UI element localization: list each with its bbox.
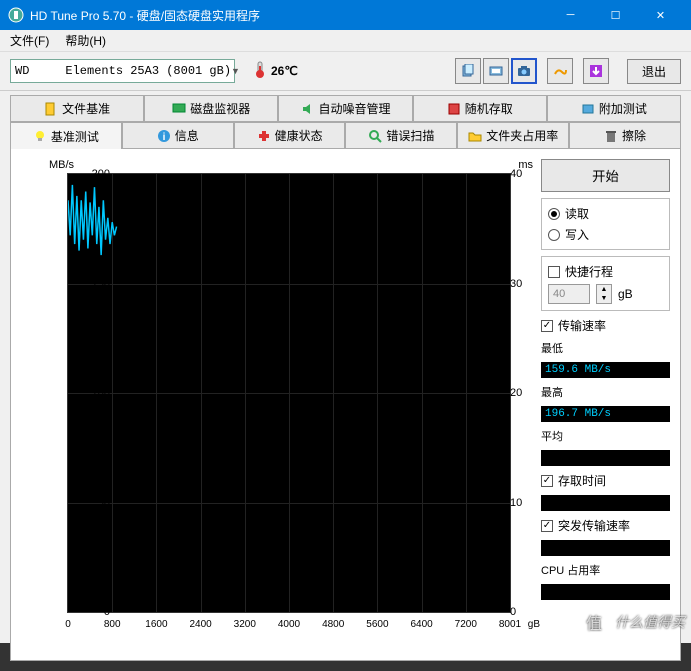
search-icon xyxy=(368,129,382,143)
watermark-badge: 值 xyxy=(577,605,611,639)
chart-line xyxy=(68,174,510,612)
extra-icon xyxy=(581,102,595,116)
tab-random-access[interactable]: 随机存取 xyxy=(413,95,547,122)
temperature-value: 26℃ xyxy=(271,64,298,78)
tab-folder-usage[interactable]: 文件夹占用率 xyxy=(457,122,569,149)
short-stroke-input[interactable] xyxy=(548,284,590,304)
watermark-text: 什么值得买 xyxy=(615,612,685,632)
label-max: 最高 xyxy=(541,384,670,400)
value-burst xyxy=(541,540,670,556)
close-button[interactable]: ✕ xyxy=(638,0,683,30)
tab-row-1: 文件基准 磁盘监视器 自动噪音管理 随机存取 附加测试 xyxy=(10,95,681,122)
menubar: 文件(F) 帮助(H) xyxy=(0,30,691,52)
tab-error-scan[interactable]: 错误扫描 xyxy=(345,122,457,149)
label-cpu: CPU 占用率 xyxy=(541,562,670,578)
health-icon xyxy=(257,129,271,143)
tab-file-benchmark[interactable]: 文件基准 xyxy=(10,95,144,122)
speaker-icon xyxy=(301,102,315,116)
save-button[interactable] xyxy=(583,58,609,84)
drive-select-value: WD Elements 25A3 (8001 gB) xyxy=(15,64,231,78)
menu-help[interactable]: 帮助(H) xyxy=(59,30,112,51)
chart-area: MB/s ms 200 150 100 50 0 40 30 20 10 xyxy=(21,159,531,649)
tab-extra-tests[interactable]: 附加测试 xyxy=(547,95,681,122)
bulb-icon xyxy=(33,129,47,143)
temperature-display: 26℃ xyxy=(253,61,298,82)
maximize-button[interactable]: ☐ xyxy=(593,0,638,30)
chevron-down-icon: ▼ xyxy=(231,66,240,76)
options-button[interactable] xyxy=(547,58,573,84)
radio-read[interactable]: 读取 xyxy=(548,205,663,222)
value-cpu xyxy=(541,584,670,600)
start-button[interactable]: 开始 xyxy=(541,159,670,192)
exit-button[interactable]: 退出 xyxy=(627,59,681,84)
window-body: 文件(F) 帮助(H) WD Elements 25A3 (8001 gB) ▼… xyxy=(0,30,691,643)
monitor-icon xyxy=(172,102,186,116)
check-short-stroke[interactable]: 快捷行程 xyxy=(548,263,663,280)
radio-write[interactable]: 写入 xyxy=(548,226,663,243)
label-avg: 平均 xyxy=(541,428,670,444)
x-axis-unit: gB xyxy=(528,619,540,630)
short-stroke-group: 快捷行程 ▲▼ gB xyxy=(541,256,670,311)
trash-icon xyxy=(604,129,618,143)
screenshot-button[interactable] xyxy=(511,58,537,84)
short-stroke-spin: ▲▼ gB xyxy=(548,284,663,304)
random-icon xyxy=(447,102,461,116)
toolbar-buttons xyxy=(455,58,609,84)
menu-file[interactable]: 文件(F) xyxy=(4,30,55,51)
benchmark-panel: MB/s ms 200 150 100 50 0 40 30 20 10 xyxy=(10,149,681,661)
toolbar: WD Elements 25A3 (8001 gB) ▼ 26℃ 退出 xyxy=(0,52,691,91)
label-min: 最低 xyxy=(541,340,670,356)
value-min: 159.6 MB/s xyxy=(541,362,670,378)
tab-erase[interactable]: 擦除 xyxy=(569,122,681,149)
content: 文件基准 磁盘监视器 自动噪音管理 随机存取 附加测试 基准测试 i信息 健康状… xyxy=(0,91,691,671)
folder-icon xyxy=(468,129,482,143)
window-title: HD Tune Pro 5.70 - 硬盘/固态硬盘实用程序 xyxy=(30,7,548,24)
spin-arrows[interactable]: ▲▼ xyxy=(596,284,612,304)
tab-disk-monitor[interactable]: 磁盘监视器 xyxy=(144,95,278,122)
drive-select[interactable]: WD Elements 25A3 (8001 gB) ▼ xyxy=(10,59,235,83)
mode-group: 读取 写入 xyxy=(541,198,670,250)
tab-aam[interactable]: 自动噪音管理 xyxy=(278,95,412,122)
info-icon: i xyxy=(157,129,171,143)
copy-info-button[interactable] xyxy=(455,58,481,84)
tab-benchmark[interactable]: 基准测试 xyxy=(10,122,122,149)
tab-info[interactable]: i信息 xyxy=(122,122,234,149)
svg-text:i: i xyxy=(162,132,165,143)
benchmark-chart: 200 150 100 50 0 40 30 20 10 0 0 800 160… xyxy=(67,173,511,613)
value-max: 196.7 MB/s xyxy=(541,406,670,422)
tab-row-2: 基准测试 i信息 健康状态 错误扫描 文件夹占用率 擦除 xyxy=(10,122,681,149)
minimize-button[interactable]: ─ xyxy=(548,0,593,30)
titlebar: HD Tune Pro 5.70 - 硬盘/固态硬盘实用程序 ─ ☐ ✕ xyxy=(0,0,691,30)
check-burst-rate[interactable]: ✓突发传输速率 xyxy=(541,517,670,534)
side-panel: 开始 读取 写入 快捷行程 ▲▼ gB ✓传输速率 最低 159.6 MB/s … xyxy=(541,159,670,650)
tab-health[interactable]: 健康状态 xyxy=(234,122,346,149)
check-access-time[interactable]: ✓存取时间 xyxy=(541,472,670,489)
check-transfer-rate[interactable]: ✓传输速率 xyxy=(541,317,670,334)
watermark: 值 什么值得买 xyxy=(577,605,685,639)
copy-screenshot-button[interactable] xyxy=(483,58,509,84)
thermometer-icon xyxy=(253,61,267,82)
file-icon xyxy=(44,102,58,116)
value-avg xyxy=(541,450,670,466)
value-access xyxy=(541,495,670,511)
app-icon xyxy=(8,7,24,23)
